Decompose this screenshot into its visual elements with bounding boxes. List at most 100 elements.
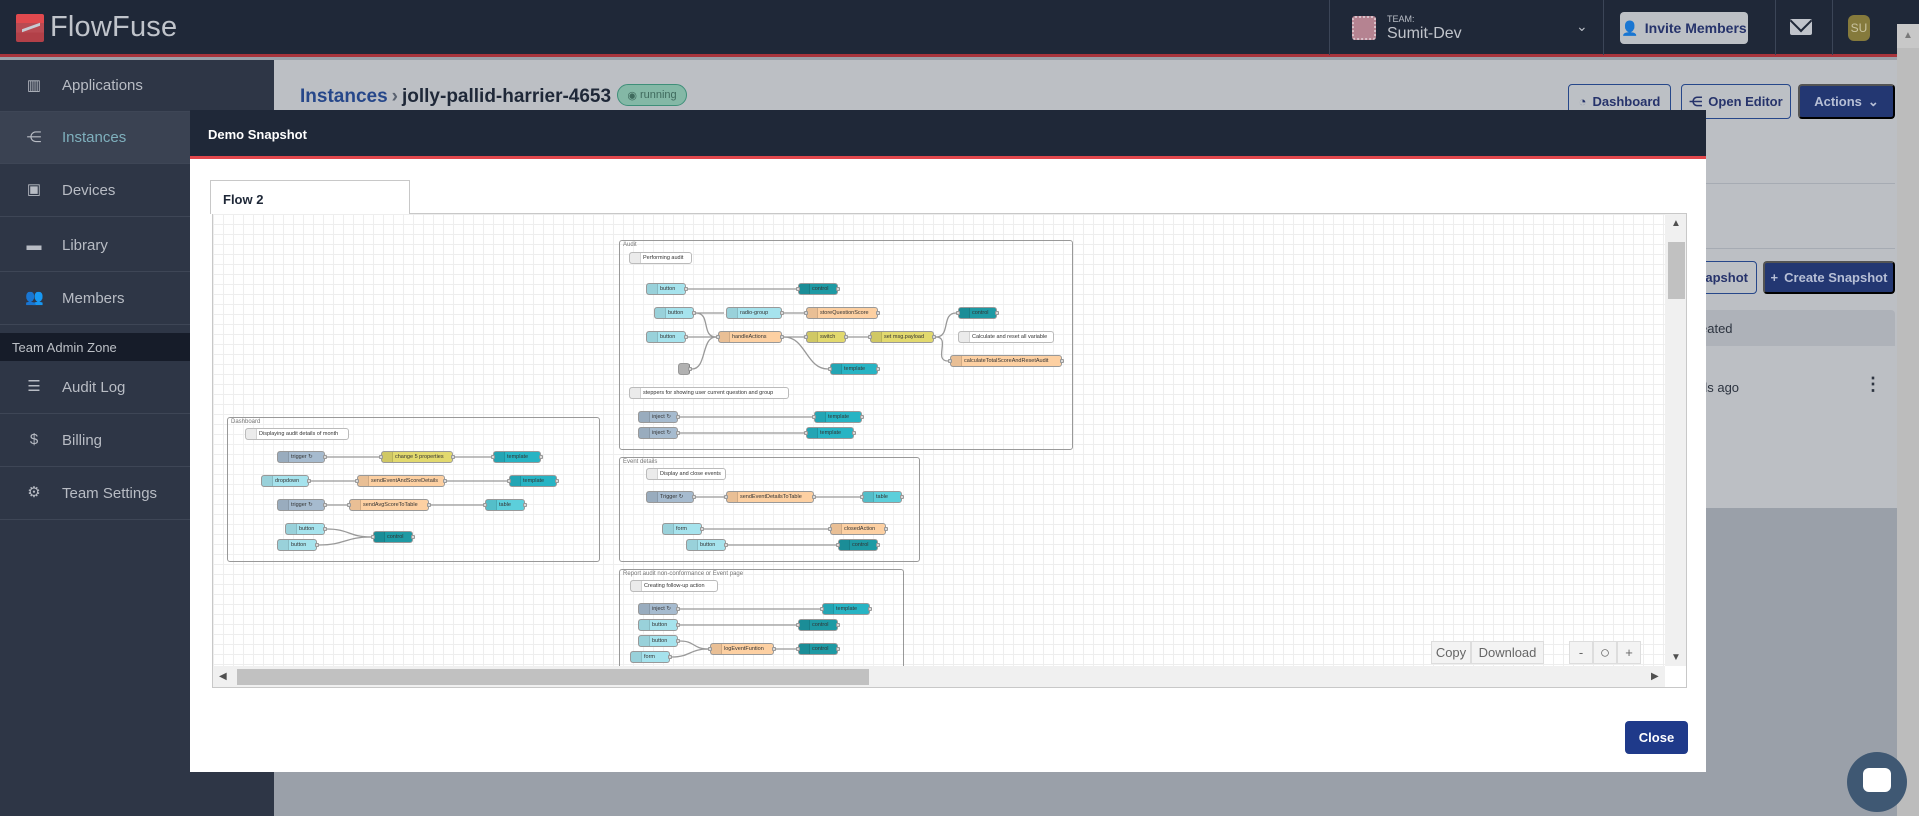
output-port[interactable] xyxy=(852,431,856,435)
flow-node-ui-template[interactable]: template xyxy=(507,475,559,487)
flow-node-ui-control[interactable]: control xyxy=(371,531,415,543)
flow-node-ui-template[interactable]: template xyxy=(491,451,543,463)
input-port[interactable] xyxy=(724,495,728,499)
flow-node-inject[interactable]: inject ↻ xyxy=(638,603,680,615)
flow-node-function[interactable]: storeQuestionScore xyxy=(804,307,880,319)
flow-node-ui-control[interactable]: control xyxy=(796,619,840,631)
output-port[interactable] xyxy=(780,335,784,339)
flow-node-ui-control[interactable]: control xyxy=(956,307,999,319)
output-port[interactable] xyxy=(876,311,880,315)
input-port[interactable] xyxy=(828,367,832,371)
flow-node-comment[interactable]: Creating follow-up action xyxy=(630,580,718,592)
output-port[interactable] xyxy=(812,495,816,499)
output-port[interactable] xyxy=(684,287,688,291)
flow-node-switch[interactable]: set msg.payload xyxy=(868,331,936,343)
scroll-down-icon[interactable]: ▼ xyxy=(1671,652,1681,663)
output-port[interactable] xyxy=(323,527,327,531)
team-selector[interactable]: Sumit-Dev xyxy=(1387,25,1462,43)
flow-node-ui-table[interactable]: table xyxy=(483,499,527,511)
flow-node-status[interactable] xyxy=(678,363,692,375)
mail-icon[interactable] xyxy=(1790,19,1812,35)
flow-node-ui-input[interactable]: button xyxy=(277,539,319,551)
output-port[interactable] xyxy=(860,415,864,419)
flow-node-ui-input[interactable]: button xyxy=(654,307,696,319)
output-port[interactable] xyxy=(323,455,327,459)
output-port[interactable] xyxy=(411,535,415,539)
flow-node-ui-input[interactable]: button xyxy=(285,523,327,535)
output-port[interactable] xyxy=(676,623,680,627)
output-port[interactable] xyxy=(884,527,888,531)
scroll-up-icon[interactable]: ▲ xyxy=(1897,24,1919,48)
output-port[interactable] xyxy=(523,503,527,507)
flow-node-ui-template[interactable]: template xyxy=(804,427,856,439)
flow-node-function[interactable]: logEventFuntion xyxy=(708,643,776,655)
close-button[interactable]: Close xyxy=(1625,721,1688,754)
output-port[interactable] xyxy=(443,479,447,483)
input-port[interactable] xyxy=(948,359,952,363)
flow-node-ui-control[interactable]: control xyxy=(796,283,840,295)
input-port[interactable] xyxy=(379,455,383,459)
flow-node-ui-template[interactable]: template xyxy=(812,411,864,423)
input-port[interactable] xyxy=(868,335,872,339)
output-port[interactable] xyxy=(995,311,999,315)
flow-canvas[interactable]: Audit Dashboard Event details Report audit … xyxy=(213,214,1665,666)
scroll-right-icon[interactable]: ▶ xyxy=(1651,671,1659,682)
flow-node-ui-input[interactable]: button xyxy=(638,635,680,647)
output-port[interactable] xyxy=(692,495,696,499)
flow-node-inject[interactable]: trigger ↻ xyxy=(277,499,327,511)
flow-node-function[interactable]: handleActions xyxy=(716,331,784,343)
output-port[interactable] xyxy=(876,543,880,547)
tab-flow-2[interactable]: Flow 2 xyxy=(210,180,410,214)
horizontal-scrollbar[interactable]: ◀ ▶ xyxy=(213,666,1665,687)
zoom-in-button[interactable]: + xyxy=(1617,641,1641,664)
flow-node-ui-table[interactable]: table xyxy=(860,491,904,503)
input-port[interactable] xyxy=(956,311,960,315)
flow-node-inject[interactable]: inject ↻ xyxy=(638,427,680,439)
flow-node-switch[interactable]: switch xyxy=(804,331,848,343)
flow-node-comment[interactable]: Calculate and reset all variable xyxy=(958,331,1054,343)
output-port[interactable] xyxy=(307,479,311,483)
output-port[interactable] xyxy=(844,335,848,339)
input-port[interactable] xyxy=(347,503,351,507)
input-port[interactable] xyxy=(804,311,808,315)
flow-node-comment[interactable]: Displaying audit details of month xyxy=(245,428,349,440)
flow-node-inject[interactable]: Trigger ↻ xyxy=(646,491,696,503)
flow-node-ui-input[interactable]: button xyxy=(638,619,680,631)
input-port[interactable] xyxy=(796,623,800,627)
flow-node-ui-template[interactable]: template xyxy=(820,603,872,615)
output-port[interactable] xyxy=(688,367,692,371)
output-port[interactable] xyxy=(684,335,688,339)
create-snapshot-button[interactable]: + Create Snapshot xyxy=(1763,261,1895,294)
output-port[interactable] xyxy=(427,503,431,507)
output-port[interactable] xyxy=(772,647,776,651)
output-port[interactable] xyxy=(780,311,784,315)
output-port[interactable] xyxy=(676,415,680,419)
flow-node-ui-input[interactable]: button xyxy=(646,331,688,343)
input-port[interactable] xyxy=(796,647,800,651)
output-port[interactable] xyxy=(555,479,559,483)
output-port[interactable] xyxy=(876,367,880,371)
copy-button[interactable]: Copy xyxy=(1431,641,1471,664)
flow-node-function[interactable]: closedAction xyxy=(828,523,888,535)
output-port[interactable] xyxy=(836,647,840,651)
input-port[interactable] xyxy=(483,503,487,507)
input-port[interactable] xyxy=(804,335,808,339)
brand-name[interactable]: FlowFuse xyxy=(50,11,177,44)
flow-node-ui-input[interactable]: button xyxy=(686,539,728,551)
flow-node-ui-input[interactable]: dropdown xyxy=(261,475,311,487)
flow-node-ui-input[interactable]: form xyxy=(630,651,672,663)
flow-node-comment[interactable]: steppers for showing user current questi… xyxy=(629,387,789,399)
flow-node-comment[interactable]: Performing audit xyxy=(629,252,692,264)
scrollbar-thumb[interactable] xyxy=(1668,242,1685,299)
output-port[interactable] xyxy=(539,455,543,459)
flow-node-function[interactable]: sendEventDetailsToTable xyxy=(724,491,816,503)
flow-node-function[interactable]: calculateTotalScoreAndResetAudit xyxy=(948,355,1064,367)
flow-node-ui-control[interactable]: control xyxy=(836,539,880,551)
scroll-up-icon[interactable]: ▲ xyxy=(1671,218,1681,229)
output-port[interactable] xyxy=(1060,359,1064,363)
input-port[interactable] xyxy=(371,535,375,539)
output-port[interactable] xyxy=(700,527,704,531)
flow-node-function[interactable]: sendAvgScoreToTable xyxy=(347,499,431,511)
input-port[interactable] xyxy=(708,647,712,651)
output-port[interactable] xyxy=(932,335,936,339)
